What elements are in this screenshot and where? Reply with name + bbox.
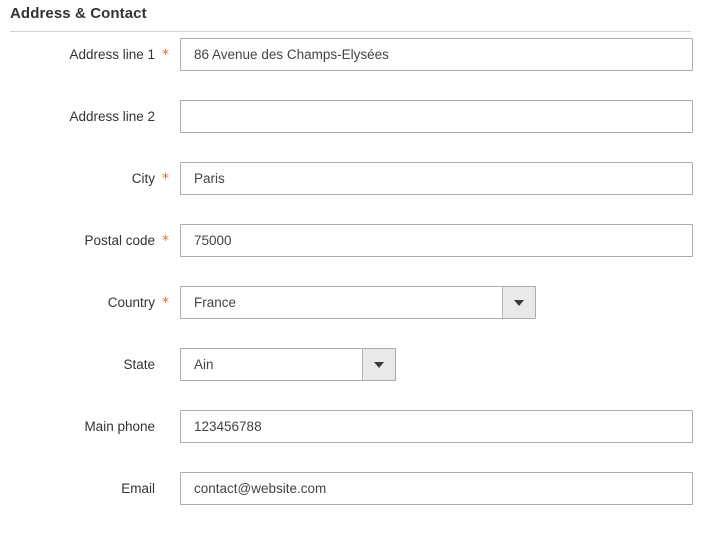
address-line-2-input[interactable]	[180, 100, 693, 133]
country-select-value: France	[194, 295, 237, 310]
chevron-down-icon	[514, 299, 524, 306]
chevron-down-icon	[374, 361, 384, 368]
label-country: Country	[107, 295, 155, 310]
state-select-value: Ain	[194, 357, 214, 372]
label-main-phone: Main phone	[84, 419, 155, 434]
required-marker-country: *	[162, 295, 169, 311]
form-row-address-line-1: Address line 1 *	[0, 38, 701, 100]
postal-code-input[interactable]	[180, 224, 693, 257]
page-title: Address & Contact	[10, 5, 147, 22]
label-address-line-1: Address line 1	[69, 47, 155, 62]
address-contact-panel: Address & Contact Address line 1 * Addre…	[0, 0, 701, 525]
address-contact-form: Address line 1 * Address line 2 City * P…	[0, 38, 701, 534]
label-address-line-2: Address line 2	[69, 109, 155, 124]
country-select-arrow-button[interactable]	[502, 287, 535, 318]
required-marker-address-line-1: *	[162, 47, 169, 63]
country-select[interactable]: France	[180, 286, 536, 319]
form-row-country: Country * France	[0, 286, 701, 348]
email-input[interactable]	[180, 472, 693, 505]
label-city: City	[131, 171, 155, 186]
label-state: State	[123, 357, 155, 372]
label-email: Email	[121, 481, 155, 496]
panel-header: Address & Contact	[0, 0, 701, 38]
state-select-arrow-button[interactable]	[362, 349, 395, 380]
form-row-address-line-2: Address line 2	[0, 100, 701, 162]
address-line-1-input[interactable]	[180, 38, 693, 71]
required-marker-city: *	[162, 171, 169, 187]
form-row-main-phone: Main phone	[0, 410, 701, 472]
required-marker-postal-code: *	[162, 233, 169, 249]
form-row-state: State Ain	[0, 348, 701, 410]
form-row-city: City *	[0, 162, 701, 224]
state-select[interactable]: Ain	[180, 348, 396, 381]
main-phone-input[interactable]	[180, 410, 693, 443]
form-row-postal-code: Postal code *	[0, 224, 701, 286]
header-divider	[10, 31, 691, 32]
city-input[interactable]	[180, 162, 693, 195]
label-postal-code: Postal code	[84, 233, 155, 248]
